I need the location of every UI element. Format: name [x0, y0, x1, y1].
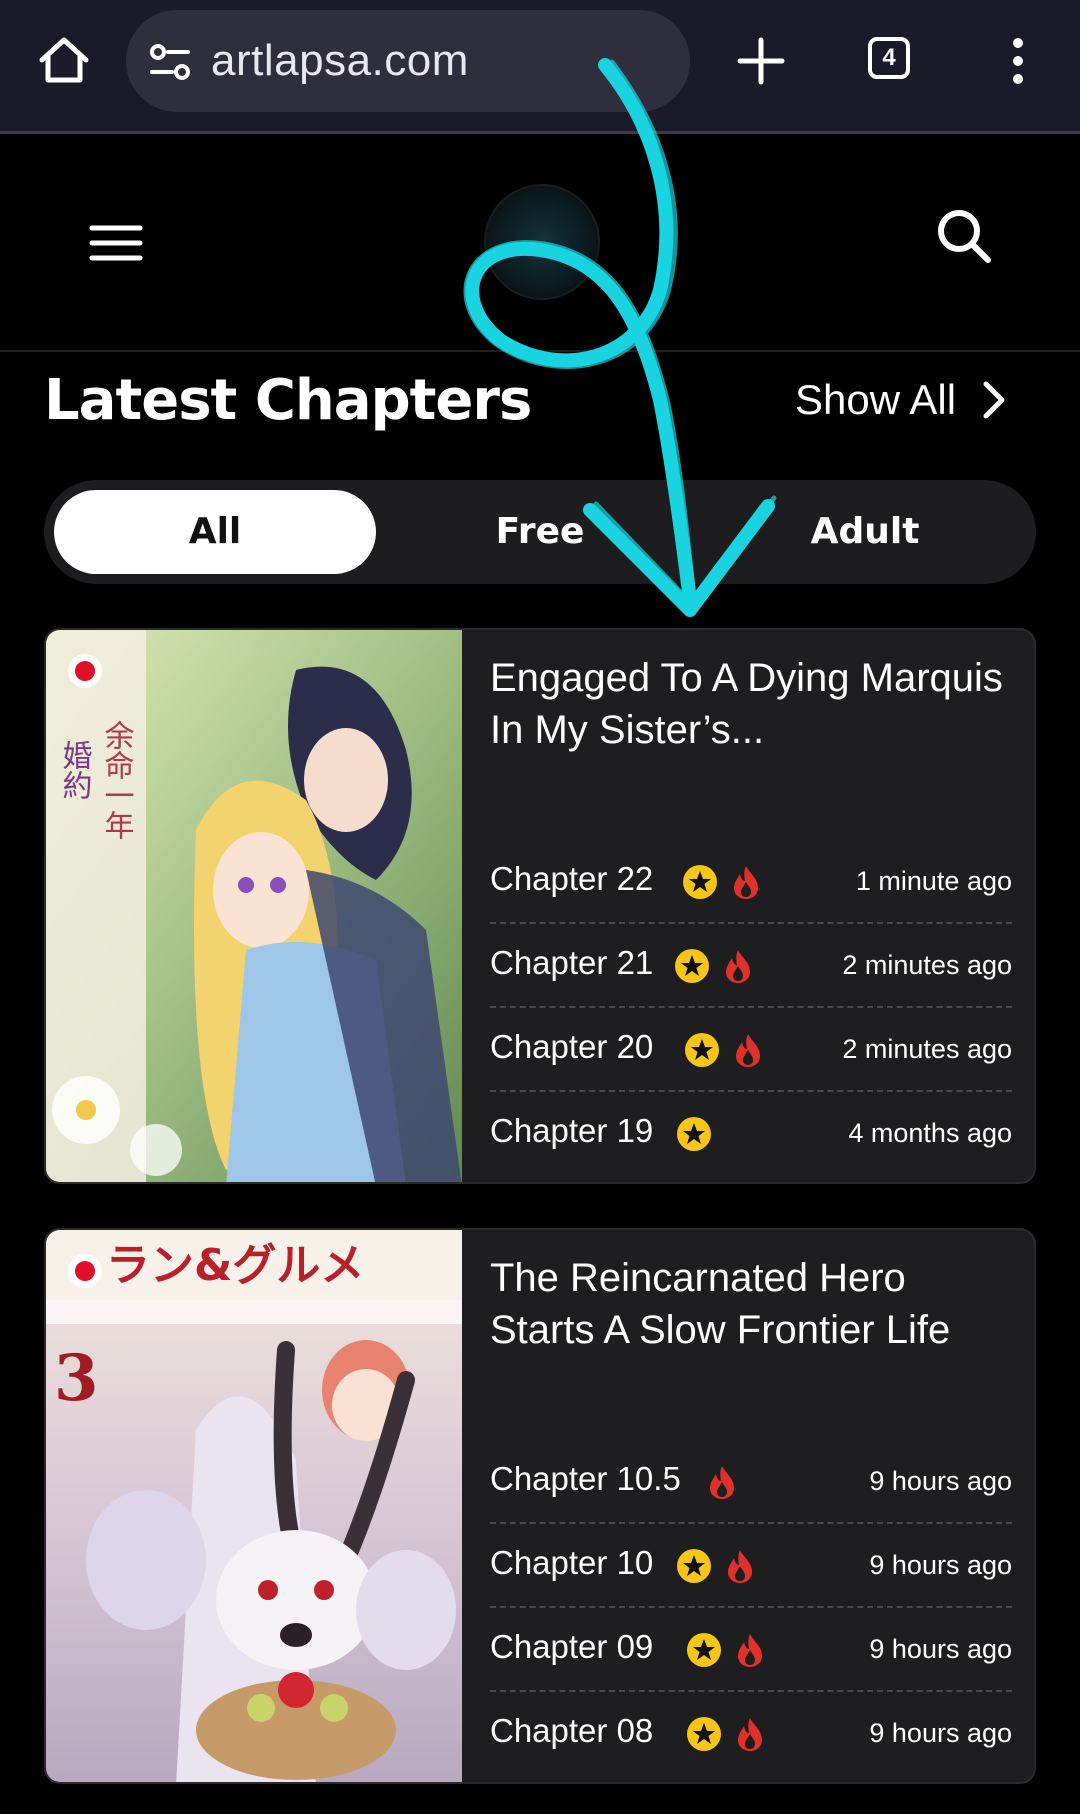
chapter-time: 9 hours ago — [869, 1718, 1012, 1748]
star-badge-icon — [687, 1717, 721, 1751]
browser-toolbar: artlapsa.com 4 — [0, 0, 1080, 134]
address-bar[interactable]: artlapsa.com — [126, 10, 690, 112]
chapter-row[interactable]: Chapter 20 2 minutes ago — [490, 1008, 1012, 1092]
chapter-name[interactable]: Chapter 10.5 — [490, 1460, 681, 1498]
search-icon[interactable] — [934, 206, 994, 266]
chapter-time: 2 minutes ago — [842, 1034, 1012, 1064]
series-title[interactable]: Engaged To A Dying Marquis In My Sister’… — [490, 652, 1020, 756]
tab-all[interactable]: All — [54, 490, 376, 574]
chapter-badges — [686, 1632, 766, 1668]
japan-flag-icon — [68, 654, 102, 688]
plus-icon[interactable] — [734, 34, 788, 88]
chapter-badges — [676, 1548, 756, 1584]
chapter-name[interactable]: Chapter 21 — [490, 944, 653, 982]
star-badge-icon — [677, 1549, 711, 1583]
chapter-name[interactable]: Chapter 19 — [490, 1112, 653, 1150]
filter-tabs: All Free Adult — [44, 480, 1036, 584]
fire-icon — [728, 1550, 752, 1583]
chapter-row[interactable]: Chapter 21 2 minutes ago — [490, 924, 1012, 1008]
chapter-badges — [686, 1716, 766, 1752]
chapter-time: 2 minutes ago — [842, 950, 1012, 980]
fire-icon — [710, 1466, 734, 1499]
tab-free[interactable]: Free — [379, 490, 701, 574]
svg-text:3: 3 — [54, 1341, 99, 1416]
more-vertical-icon[interactable] — [1000, 36, 1036, 86]
series-card[interactable]: ラン&グルメ 3 The Reincarnated Hero Starts A … — [44, 1228, 1036, 1784]
svg-text:余命一年: 余命一年 — [99, 720, 135, 840]
chevron-right-icon[interactable] — [982, 380, 1006, 420]
chapter-row[interactable]: Chapter 10.5 9 hours ago — [490, 1440, 1012, 1524]
chapter-row[interactable]: Chapter 10 9 hours ago — [490, 1524, 1012, 1608]
chapter-row[interactable]: Chapter 09 9 hours ago — [490, 1608, 1012, 1692]
chapter-name[interactable]: Chapter 08 — [490, 1712, 653, 1750]
cover-image[interactable]: 余命一年 婚約 — [46, 630, 462, 1182]
chapter-list: Chapter 22 1 minute ago Chapter 21 2 min… — [490, 840, 1012, 1176]
series-card[interactable]: 余命一年 婚約 Engaged To A Dying Marquis In My… — [44, 628, 1036, 1184]
chapter-badges — [684, 1032, 764, 1068]
chapter-time: 9 hours ago — [869, 1466, 1012, 1496]
show-all-link[interactable]: Show All — [795, 376, 1006, 424]
svg-text:ラン&グルメ: ラン&グルメ — [106, 1240, 364, 1291]
chapter-time: 9 hours ago — [869, 1550, 1012, 1580]
chapter-badges — [676, 1116, 712, 1152]
cover-image[interactable]: ラン&グルメ 3 — [46, 1230, 462, 1782]
fire-icon — [738, 1718, 762, 1751]
fire-icon — [734, 866, 758, 899]
chapter-badges — [674, 948, 754, 984]
chapter-row[interactable]: Chapter 08 9 hours ago — [490, 1692, 1012, 1776]
star-badge-icon — [683, 865, 717, 899]
chapter-time: 1 minute ago — [855, 866, 1012, 896]
chapter-name[interactable]: Chapter 09 — [490, 1628, 653, 1666]
site-logo[interactable] — [484, 184, 600, 300]
chapter-list: Chapter 10.5 9 hours ago Chapter 10 9 ho… — [490, 1440, 1012, 1776]
tab-switcher-button[interactable]: 4 — [868, 37, 910, 79]
chapter-time: 9 hours ago — [869, 1634, 1012, 1664]
star-badge-icon — [675, 949, 709, 983]
fire-icon — [738, 1634, 762, 1667]
chapter-row[interactable]: Chapter 22 1 minute ago — [490, 840, 1012, 924]
star-badge-icon — [685, 1033, 719, 1067]
chapter-name[interactable]: Chapter 10 — [490, 1544, 653, 1582]
series-title[interactable]: The Reincarnated Hero Starts A Slow Fron… — [490, 1252, 1020, 1356]
tab-adult[interactable]: Adult — [704, 490, 1026, 574]
fire-icon — [736, 1034, 760, 1067]
hamburger-menu-icon[interactable] — [88, 218, 144, 268]
star-badge-icon — [677, 1117, 711, 1151]
chapter-row[interactable]: Chapter 19 4 months ago — [490, 1092, 1012, 1176]
chapter-time: 4 months ago — [848, 1118, 1012, 1148]
chapter-name[interactable]: Chapter 22 — [490, 860, 653, 898]
star-badge-icon — [687, 1633, 721, 1667]
japan-flag-icon — [68, 1254, 102, 1288]
chapter-badges — [682, 864, 762, 900]
fire-icon — [726, 950, 750, 983]
show-all-label[interactable]: Show All — [795, 376, 956, 424]
home-icon[interactable] — [36, 32, 92, 88]
svg-text:婚約: 婚約 — [57, 740, 92, 800]
site-settings-icon[interactable] — [148, 40, 192, 84]
site-header — [0, 134, 1080, 352]
chapter-badges — [706, 1464, 738, 1500]
section-title: Latest Chapters — [44, 368, 532, 433]
url-text[interactable]: artlapsa.com — [211, 36, 469, 86]
chapter-name[interactable]: Chapter 20 — [490, 1028, 653, 1066]
